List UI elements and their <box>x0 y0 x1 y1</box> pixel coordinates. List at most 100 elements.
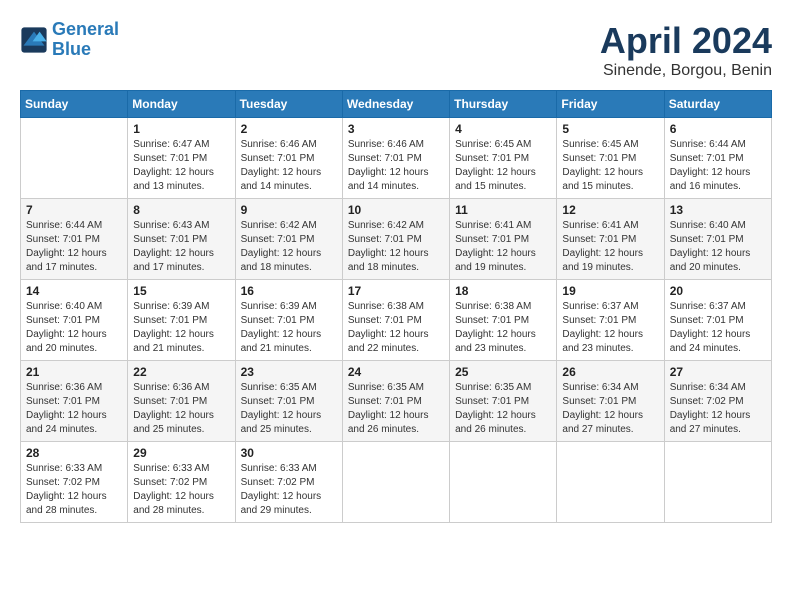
calendar-cell: 23 Sunrise: 6:35 AM Sunset: 7:01 PM Dayli… <box>235 361 342 442</box>
day-info: Sunrise: 6:35 AM Sunset: 7:01 PM Dayligh… <box>348 381 444 437</box>
day-number: 3 <box>348 122 444 136</box>
day-number: 10 <box>348 203 444 217</box>
day-number: 15 <box>133 284 229 298</box>
day-info: Sunrise: 6:37 AM Sunset: 7:01 PM Dayligh… <box>562 300 658 356</box>
day-number: 4 <box>455 122 551 136</box>
day-number: 11 <box>455 203 551 217</box>
calendar-cell: 16 Sunrise: 6:39 AM Sunset: 7:01 PM Dayli… <box>235 280 342 361</box>
day-number: 9 <box>241 203 337 217</box>
calendar-cell <box>450 442 557 523</box>
calendar-cell: 2Sunrise: 6:46 AM Sunset: 7:01 PM Daylig… <box>235 118 342 199</box>
day-info: Sunrise: 6:45 AM Sunset: 7:01 PM Dayligh… <box>455 138 551 194</box>
day-info: Sunrise: 6:40 AM Sunset: 7:01 PM Dayligh… <box>26 300 122 356</box>
calendar-cell: 6 Sunrise: 6:44 AM Sunset: 7:01 PM Daylig… <box>664 118 771 199</box>
main-title: April 2024 <box>600 20 772 62</box>
day-number: 8 <box>133 203 229 217</box>
day-info: Sunrise: 6:41 AM Sunset: 7:01 PM Dayligh… <box>562 219 658 275</box>
day-number: 18 <box>455 284 551 298</box>
calendar-cell: 18 Sunrise: 6:38 AM Sunset: 7:01 PM Dayli… <box>450 280 557 361</box>
calendar-cell: 1 Sunrise: 6:47 AM Sunset: 7:01 PM Daylig… <box>128 118 235 199</box>
day-number: 19 <box>562 284 658 298</box>
day-number: 16 <box>241 284 337 298</box>
calendar-cell <box>664 442 771 523</box>
day-info: Sunrise: 6:42 AM Sunset: 7:01 PM Dayligh… <box>348 219 444 275</box>
day-number: 25 <box>455 365 551 379</box>
calendar-cell: 8Sunrise: 6:43 AM Sunset: 7:01 PM Daylig… <box>128 199 235 280</box>
calendar-cell: 14 Sunrise: 6:40 AM Sunset: 7:01 PM Dayli… <box>21 280 128 361</box>
calendar-cell: 17 Sunrise: 6:38 AM Sunset: 7:01 PM Dayli… <box>342 280 449 361</box>
day-number: 6 <box>670 122 766 136</box>
logo-text: General Blue <box>52 20 119 60</box>
day-number: 27 <box>670 365 766 379</box>
day-number: 12 <box>562 203 658 217</box>
day-number: 17 <box>348 284 444 298</box>
day-number: 30 <box>241 446 337 460</box>
day-info: Sunrise: 6:39 AM Sunset: 7:01 PM Dayligh… <box>133 300 229 356</box>
calendar-header-row: SundayMondayTuesdayWednesdayThursdayFrid… <box>21 91 772 118</box>
column-header-thursday: Thursday <box>450 91 557 118</box>
column-header-sunday: Sunday <box>21 91 128 118</box>
calendar-cell: 3 Sunrise: 6:46 AM Sunset: 7:01 PM Daylig… <box>342 118 449 199</box>
calendar-cell: 10 Sunrise: 6:42 AM Sunset: 7:01 PM Dayli… <box>342 199 449 280</box>
day-number: 29 <box>133 446 229 460</box>
day-info: Sunrise: 6:42 AM Sunset: 7:01 PM Dayligh… <box>241 219 337 275</box>
calendar-cell: 26 Sunrise: 6:34 AM Sunset: 7:01 PM Dayli… <box>557 361 664 442</box>
day-number: 22 <box>133 365 229 379</box>
day-number: 26 <box>562 365 658 379</box>
day-info: Sunrise: 6:38 AM Sunset: 7:01 PM Dayligh… <box>348 300 444 356</box>
calendar-cell: 9 Sunrise: 6:42 AM Sunset: 7:01 PM Daylig… <box>235 199 342 280</box>
day-info: Sunrise: 6:46 AM Sunset: 7:01 PM Dayligh… <box>241 138 337 194</box>
day-info: Sunrise: 6:47 AM Sunset: 7:01 PM Dayligh… <box>133 138 229 194</box>
day-info: Sunrise: 6:33 AM Sunset: 7:02 PM Dayligh… <box>241 462 337 518</box>
title-section: April 2024 Sinende, Borgou, Benin <box>600 20 772 80</box>
day-number: 20 <box>670 284 766 298</box>
week-row-4: 21 Sunrise: 6:36 AM Sunset: 7:01 PM Dayli… <box>21 361 772 442</box>
day-number: 14 <box>26 284 122 298</box>
calendar-cell: 4 Sunrise: 6:45 AM Sunset: 7:01 PM Daylig… <box>450 118 557 199</box>
day-info: Sunrise: 6:35 AM Sunset: 7:01 PM Dayligh… <box>241 381 337 437</box>
day-number: 21 <box>26 365 122 379</box>
column-header-saturday: Saturday <box>664 91 771 118</box>
day-info: Sunrise: 6:41 AM Sunset: 7:01 PM Dayligh… <box>455 219 551 275</box>
column-header-friday: Friday <box>557 91 664 118</box>
day-number: 1 <box>133 122 229 136</box>
day-info: Sunrise: 6:39 AM Sunset: 7:01 PM Dayligh… <box>241 300 337 356</box>
day-number: 5 <box>562 122 658 136</box>
calendar-cell: 21 Sunrise: 6:36 AM Sunset: 7:01 PM Dayli… <box>21 361 128 442</box>
day-info: Sunrise: 6:34 AM Sunset: 7:01 PM Dayligh… <box>562 381 658 437</box>
day-info: Sunrise: 6:36 AM Sunset: 7:01 PM Dayligh… <box>26 381 122 437</box>
calendar-cell: 13 Sunrise: 6:40 AM Sunset: 7:01 PM Dayli… <box>664 199 771 280</box>
calendar-cell: 5 Sunrise: 6:45 AM Sunset: 7:01 PM Daylig… <box>557 118 664 199</box>
day-info: Sunrise: 6:40 AM Sunset: 7:01 PM Dayligh… <box>670 219 766 275</box>
calendar-cell: 27Sunrise: 6:34 AM Sunset: 7:02 PM Dayli… <box>664 361 771 442</box>
day-number: 23 <box>241 365 337 379</box>
day-number: 24 <box>348 365 444 379</box>
column-header-wednesday: Wednesday <box>342 91 449 118</box>
logo: General Blue <box>20 20 119 60</box>
calendar-cell: 29 Sunrise: 6:33 AM Sunset: 7:02 PM Dayli… <box>128 442 235 523</box>
day-info: Sunrise: 6:38 AM Sunset: 7:01 PM Dayligh… <box>455 300 551 356</box>
day-number: 13 <box>670 203 766 217</box>
column-header-tuesday: Tuesday <box>235 91 342 118</box>
day-info: Sunrise: 6:37 AM Sunset: 7:01 PM Dayligh… <box>670 300 766 356</box>
logo-icon <box>20 26 48 54</box>
week-row-5: 28Sunrise: 6:33 AM Sunset: 7:02 PM Dayli… <box>21 442 772 523</box>
calendar-cell: 24 Sunrise: 6:35 AM Sunset: 7:01 PM Dayli… <box>342 361 449 442</box>
day-number: 7 <box>26 203 122 217</box>
calendar-cell: 11 Sunrise: 6:41 AM Sunset: 7:01 PM Dayli… <box>450 199 557 280</box>
column-header-monday: Monday <box>128 91 235 118</box>
calendar-cell: 7 Sunrise: 6:44 AM Sunset: 7:01 PM Daylig… <box>21 199 128 280</box>
calendar-cell <box>21 118 128 199</box>
calendar-cell: 22Sunrise: 6:36 AM Sunset: 7:01 PM Dayli… <box>128 361 235 442</box>
day-info: Sunrise: 6:45 AM Sunset: 7:01 PM Dayligh… <box>562 138 658 194</box>
calendar-cell: 19 Sunrise: 6:37 AM Sunset: 7:01 PM Dayli… <box>557 280 664 361</box>
day-info: Sunrise: 6:46 AM Sunset: 7:01 PM Dayligh… <box>348 138 444 194</box>
calendar-table: SundayMondayTuesdayWednesdayThursdayFrid… <box>20 90 772 523</box>
day-info: Sunrise: 6:44 AM Sunset: 7:01 PM Dayligh… <box>26 219 122 275</box>
week-row-2: 7 Sunrise: 6:44 AM Sunset: 7:01 PM Daylig… <box>21 199 772 280</box>
page-header: General Blue April 2024 Sinende, Borgou,… <box>20 20 772 80</box>
day-info: Sunrise: 6:33 AM Sunset: 7:02 PM Dayligh… <box>133 462 229 518</box>
calendar-cell <box>557 442 664 523</box>
day-info: Sunrise: 6:35 AM Sunset: 7:01 PM Dayligh… <box>455 381 551 437</box>
day-info: Sunrise: 6:44 AM Sunset: 7:01 PM Dayligh… <box>670 138 766 194</box>
